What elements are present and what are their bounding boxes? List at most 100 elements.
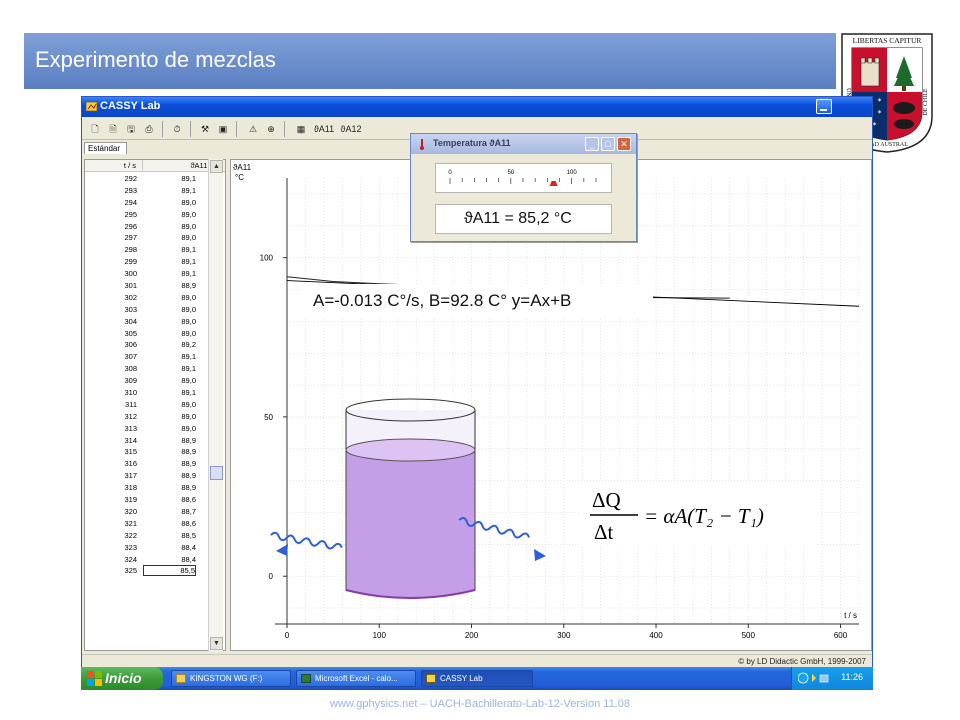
table-row[interactable]: 321 88,6 [85,518,225,530]
temp-maximize-button[interactable]: □ [601,137,615,151]
cell-temperature: 89,0 [181,221,196,231]
table-row[interactable]: 300 89,1 [85,268,225,280]
table-row[interactable]: 310 89,1 [85,387,225,399]
status-bar: © by LD Didactic GmbH, 1999-2007 [82,654,872,668]
table-row[interactable]: 316 88,9 [85,458,225,470]
scroll-up-icon[interactable]: ▲ [210,160,223,173]
copyright-text: © by LD Didactic GmbH, 1999-2007 [738,657,866,666]
x-tick-label: 500 [742,631,756,640]
task-kingston[interactable]: KINGSTON WG (F:) [171,670,291,687]
table-row[interactable]: 306 89,2 [85,339,225,351]
task-excel-label: Microsoft Excel - calo... [315,674,398,683]
warning-icon[interactable]: ⚠ [244,120,262,138]
formula-graphic: ΔQ Δt = αA(T₂ − T₁) [590,488,764,544]
tools-icon[interactable]: ⚒ [196,120,214,138]
cell-time: 321 [124,518,137,528]
cell-temperature: 89,0 [181,423,196,433]
analog-scale-gauge: 0 50 100 [448,170,597,186]
temperature-display-window[interactable]: Temperatura ϑA11 _ □ ✕ 0 50 100 ϑA11 = 85,… [410,133,637,242]
x-tick-label: 0 [285,631,290,640]
table-row[interactable]: 322 88,5 [85,530,225,542]
temp-minimize-button[interactable]: _ [585,137,599,151]
cell-temperature: 88,6 [181,495,196,505]
channel-a12-button[interactable]: ϑA12 [338,120,364,138]
measurement-table: t / s ϑA11 / °C 292 89,1 293 89,1 294 89,0 295… [84,159,226,651]
table-row[interactable]: 303 89,0 [85,304,225,316]
table-row[interactable]: 296 89,0 [85,221,225,233]
table-row[interactable]: 311 89,0 [85,399,225,411]
table-row[interactable]: 308 89,1 [85,363,225,375]
table-row[interactable]: 317 88,9 [85,470,225,482]
table-row[interactable]: 298 89,1 [85,244,225,256]
cell-time: 313 [124,423,137,433]
cell-temperature: 88,9 [181,459,196,469]
stopwatch-icon[interactable]: ⏱ [168,120,186,138]
table-row[interactable]: 314 88,9 [85,435,225,447]
table-row[interactable]: 299 89,1 [85,256,225,268]
table-row[interactable]: 325 85,5 [85,565,225,577]
table-row[interactable]: 324 88,4 [85,554,225,566]
temp-close-button[interactable]: ✕ [617,137,631,151]
y-tick-label: 100 [260,254,274,263]
chart-window-icon[interactable]: ▦ [292,120,310,138]
task-cassy-label: CASSY Lab [440,674,483,683]
table-row[interactable]: 318 88,9 [85,482,225,494]
table-row[interactable]: 313 89,0 [85,423,225,435]
table-rows: 292 89,1 293 89,1 294 89,0 295 89,0 296 89,0 297 89… [85,173,225,577]
tray-icons[interactable] [798,672,832,685]
cell-time: 317 [124,471,137,481]
save-file-icon[interactable]: 🖫 [122,120,140,138]
cell-time: 323 [124,542,137,552]
table-row[interactable]: 297 89,0 [85,232,225,244]
minimize-button[interactable] [816,99,832,114]
temperature-window-title-bar[interactable]: Temperatura ϑA11 _ □ ✕ [411,134,636,154]
window-title-bar[interactable]: CASSY Lab [82,97,872,117]
table-row[interactable]: 320 88,7 [85,506,225,518]
cell-time: 325 [124,566,137,576]
cell-time: 302 [124,292,137,302]
scroll-down-icon[interactable]: ▼ [210,637,223,650]
table-row[interactable]: 292 89,1 [85,173,225,185]
table-row[interactable]: 302 89,0 [85,292,225,304]
table-row[interactable]: 315 88,9 [85,446,225,458]
table-row[interactable]: 319 88,6 [85,494,225,506]
table-row[interactable]: 312 89,0 [85,411,225,423]
slide: Experimento de mezclas LIBERTAS CAPITUR … [0,0,960,720]
task-excel[interactable]: Microsoft Excel - calo... [296,670,416,687]
cell-temperature: 89,1 [181,352,196,362]
formula-rhs: = αA(T₂ − T₁) [644,504,764,528]
scroll-thumb[interactable] [210,466,223,480]
new-file-icon[interactable]: 🗋 [86,120,104,138]
table-row[interactable]: 301 88,9 [85,280,225,292]
cell-temperature: 89,0 [181,316,196,326]
temperature-readout: ϑA11 = 85,2 °C [435,204,612,234]
cell-temperature: 88,6 [181,518,196,528]
table-row[interactable]: 295 89,0 [85,209,225,221]
help-icon[interactable]: ⊕ [262,120,280,138]
folder-icon [176,674,186,683]
table-row[interactable]: 304 89,0 [85,316,225,328]
formula-numerator: ΔQ [592,488,621,512]
cell-temperature: 89,0 [181,399,196,409]
cell-time: 308 [124,364,137,374]
tab-estandar[interactable]: Estándar [84,142,127,154]
task-cassy[interactable]: CASSY Lab [421,670,533,687]
table-row[interactable]: 305 89,0 [85,328,225,340]
table-header-time[interactable]: t / s [85,160,143,172]
seal-right-text: DE CHILE [923,88,929,115]
table-row[interactable]: 294 89,0 [85,197,225,209]
start-button[interactable]: Inicio [81,667,163,690]
print-icon[interactable]: ⎙ [140,120,158,138]
table-row[interactable]: 323 88,4 [85,542,225,554]
table-row[interactable]: 309 89,0 [85,375,225,387]
display-icon[interactable]: ▣ [214,120,232,138]
scale-needle [549,181,558,186]
heat-flow-formula: ΔQ Δt = αA(T₂ − T₁) [580,481,816,545]
table-row[interactable]: 293 89,1 [85,185,225,197]
table-scrollbar[interactable]: ▲ ▼ [208,159,223,651]
channel-a11-button[interactable]: ϑA11 [311,120,337,138]
cell-time: 303 [124,304,137,314]
open-file-icon[interactable]: 🗎 [104,120,122,138]
cassy-task-icon [426,674,436,683]
table-row[interactable]: 307 89,1 [85,351,225,363]
